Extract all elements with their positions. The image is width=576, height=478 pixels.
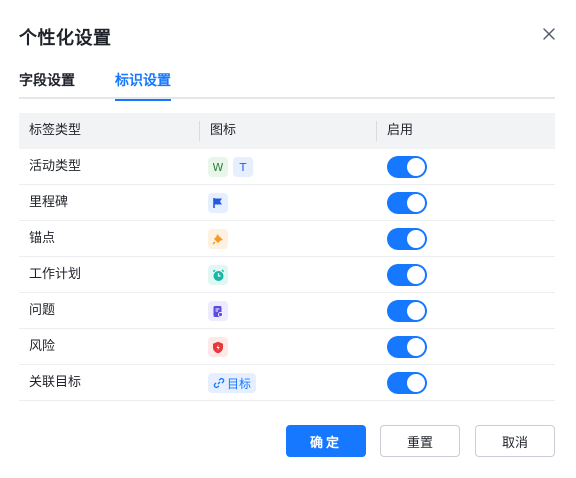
row-label: 关联目标: [29, 375, 82, 390]
toggle-knob: [407, 266, 425, 284]
reset-button[interactable]: 重置: [380, 425, 460, 457]
pin-icon: [208, 229, 228, 249]
row-icons: [208, 229, 228, 249]
row-label: 风险: [29, 339, 56, 354]
row-label: 活动类型: [29, 159, 82, 174]
row-icons: [208, 337, 228, 357]
tab-bar: 字段设置 标识设置: [19, 70, 555, 101]
table-row: 工作计划: [19, 257, 555, 293]
toggle-knob: [407, 230, 425, 248]
tab-field-settings[interactable]: 字段设置: [19, 70, 75, 99]
table-row: 锚点: [19, 221, 555, 257]
toggle-knob: [407, 158, 425, 176]
toggle-knob: [407, 194, 425, 212]
table-row: 里程碑: [19, 185, 555, 221]
w-icon: W: [208, 157, 228, 177]
toggle-knob: [407, 338, 425, 356]
cancel-button[interactable]: 取消: [475, 425, 555, 457]
enable-toggle[interactable]: [387, 228, 427, 250]
row-icons: 目标: [208, 373, 257, 393]
issue-doc-icon: [208, 301, 228, 321]
link-icon: [213, 377, 225, 389]
table-row: 关联目标 目标: [19, 365, 555, 401]
row-icons: W T: [208, 157, 253, 177]
header-enabled: 启用: [387, 123, 414, 138]
enable-toggle[interactable]: [387, 192, 427, 214]
enable-toggle[interactable]: [387, 300, 427, 322]
toggle-knob: [407, 302, 425, 320]
confirm-button[interactable]: 确定: [286, 425, 366, 457]
row-label: 工作计划: [29, 267, 82, 282]
row-icons: [208, 265, 228, 285]
toggle-knob: [407, 374, 425, 392]
column-divider: [376, 121, 377, 141]
close-icon[interactable]: [542, 27, 556, 41]
row-label: 锚点: [29, 231, 56, 246]
table-row: 风险: [19, 329, 555, 365]
row-label: 里程碑: [29, 195, 69, 210]
header-icon: 图标: [210, 123, 237, 138]
table-header: 标签类型 图标 启用: [19, 113, 555, 149]
table-row: 活动类型 W T: [19, 149, 555, 185]
enable-toggle[interactable]: [387, 264, 427, 286]
enable-toggle[interactable]: [387, 372, 427, 394]
risk-shield-icon: [208, 337, 228, 357]
linked-goal-tag: 目标: [208, 373, 257, 393]
flag-icon: [208, 193, 228, 213]
table-row: 问题: [19, 293, 555, 329]
row-icons: [208, 301, 228, 321]
enable-toggle[interactable]: [387, 156, 427, 178]
tab-marker-settings[interactable]: 标识设置: [115, 70, 171, 101]
personalization-dialog: 个性化设置 字段设置 标识设置 标签类型 图标 启用 活动类型 W T 里程碑: [0, 0, 576, 478]
linked-goal-text: 目标: [227, 376, 252, 391]
dialog-title: 个性化设置: [19, 28, 112, 49]
alarm-clock-icon: [208, 265, 228, 285]
column-divider: [199, 121, 200, 141]
row-label: 问题: [29, 303, 56, 318]
header-tag-type: 标签类型: [29, 123, 82, 138]
marker-table: 标签类型 图标 启用 活动类型 W T 里程碑 锚点 工作计划 问题 风险 关联…: [19, 113, 555, 401]
enable-toggle[interactable]: [387, 336, 427, 358]
t-icon: T: [233, 157, 253, 177]
row-icons: [208, 193, 228, 213]
